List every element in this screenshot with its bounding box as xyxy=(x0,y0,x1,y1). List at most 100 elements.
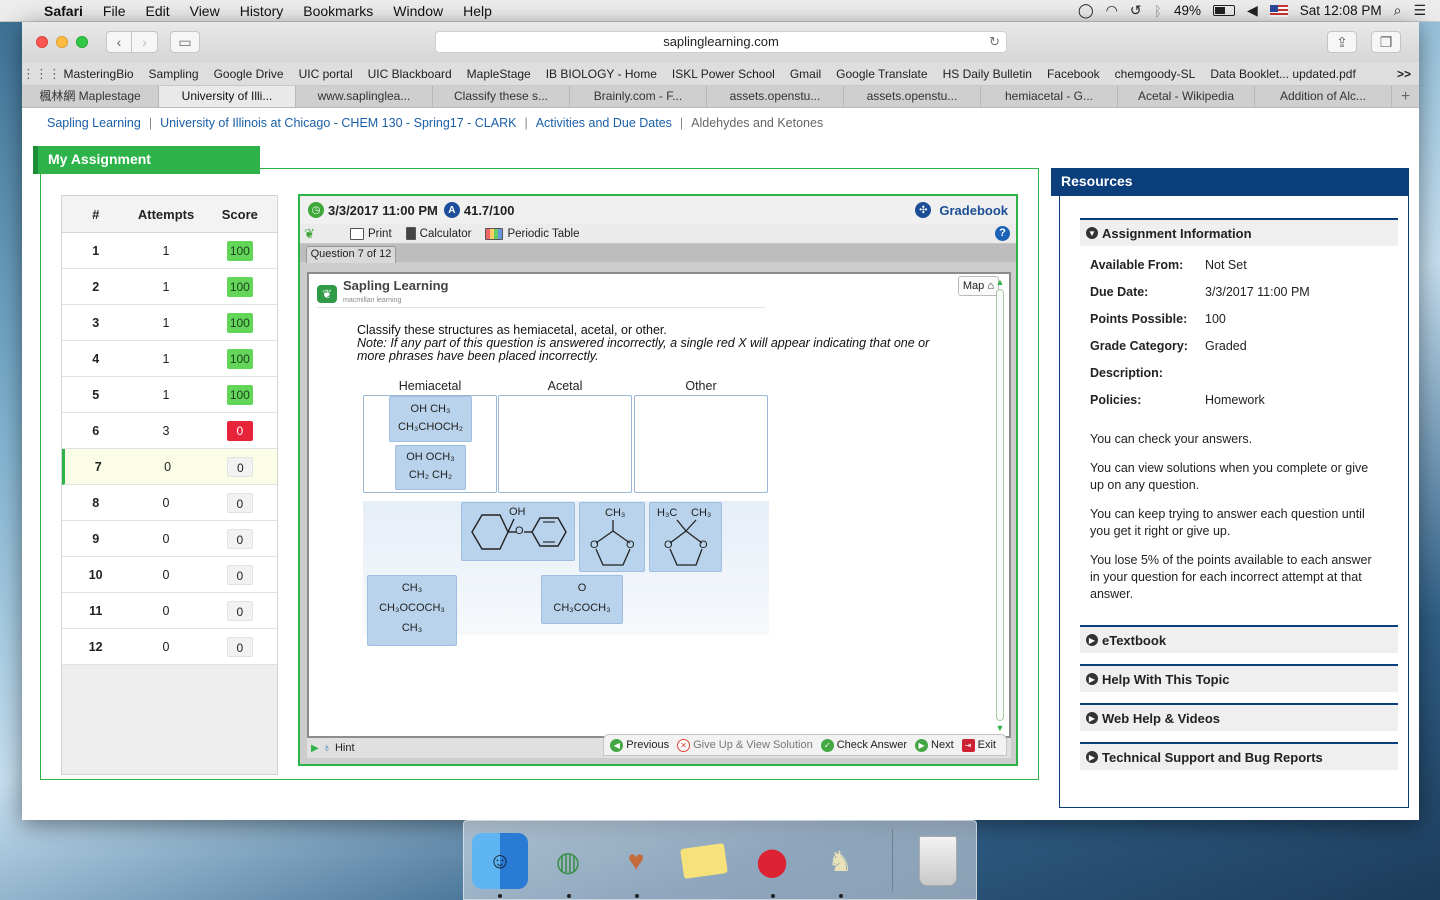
favorites-overflow-button[interactable]: >> xyxy=(1397,67,1419,81)
scroll-track[interactable] xyxy=(996,289,1004,721)
score-row-4[interactable]: 4 1 100 xyxy=(62,341,277,377)
browser-tab[interactable]: assets.openstu... xyxy=(844,86,981,107)
favorite-link[interactable]: Google Translate xyxy=(829,67,935,81)
input-source-flag-icon[interactable] xyxy=(1269,4,1288,17)
breadcrumb-link-sapling[interactable]: Sapling Learning xyxy=(47,116,141,130)
favorite-link[interactable]: Facebook xyxy=(1039,67,1107,81)
back-button[interactable]: ‹ xyxy=(106,31,132,53)
favorite-link[interactable]: Google Drive xyxy=(206,67,291,81)
gradebook-link[interactable]: ✣ Gradebook xyxy=(915,202,1008,218)
minimize-window-button[interactable] xyxy=(56,36,68,48)
favorite-link[interactable]: chemgoody-SL xyxy=(1107,67,1203,81)
volume-icon[interactable]: ◀ xyxy=(1247,2,1258,19)
forward-button[interactable]: › xyxy=(132,31,158,53)
calculator-button[interactable]: Calculator xyxy=(405,227,471,240)
scroll-down-icon[interactable]: ▼ xyxy=(994,723,1006,733)
browser-tab[interactable]: 楓林網 Maplestage xyxy=(22,86,159,107)
exit-button[interactable]: ⇥ Exit xyxy=(961,738,996,752)
map-button[interactable]: Map ⌂ xyxy=(957,276,999,296)
favorite-link[interactable]: MasteringBio xyxy=(56,67,141,81)
score-row-10[interactable]: 10 0 0 xyxy=(62,557,277,593)
score-row-6[interactable]: 6 3 0 xyxy=(62,413,277,449)
periodic-table-button[interactable]: Periodic Table xyxy=(485,227,579,240)
favorite-link[interactable]: Data Booklet... updated.pdf xyxy=(1203,67,1363,81)
previous-button[interactable]: ◀ Previous xyxy=(610,738,669,752)
finder-icon[interactable]: ☺ xyxy=(472,833,528,889)
sticky-note-app-icon[interactable] xyxy=(676,833,732,889)
sidebar-toggle-icon[interactable]: ▭ xyxy=(170,31,200,53)
check-answer-button[interactable]: ✓ Check Answer xyxy=(820,738,907,752)
top-sites-grid-icon[interactable]: ⋮⋮⋮ xyxy=(22,66,61,82)
show-tabs-icon[interactable]: ❐ xyxy=(1371,31,1401,53)
zoom-window-button[interactable] xyxy=(76,36,88,48)
flower-pot-app-icon[interactable]: ♥ xyxy=(608,833,664,889)
next-button[interactable]: ▶ Next xyxy=(915,738,954,752)
section-tech-support[interactable]: ▶ Technical Support and Bug Reports xyxy=(1080,742,1398,770)
menu-file[interactable]: File xyxy=(93,3,136,19)
assignment-info-header[interactable]: ▼ Assignment Information xyxy=(1080,218,1398,246)
menu-help[interactable]: Help xyxy=(453,3,502,19)
favorite-link[interactable]: UIC Blackboard xyxy=(360,67,459,81)
browser-tab[interactable]: Acetal - Wikipedia xyxy=(1118,86,1255,107)
menu-edit[interactable]: Edit xyxy=(135,3,179,19)
structure-tile-dimethyl-dioxolane[interactable]: H₃C CH₃ O O xyxy=(649,502,722,572)
globe-app-icon[interactable]: ◍ xyxy=(540,833,596,889)
give-up-button[interactable]: ✕ Give Up & View Solution xyxy=(677,738,813,752)
menu-app-name[interactable]: Safari xyxy=(34,3,93,19)
score-row-3[interactable]: 3 1 100 xyxy=(62,305,277,341)
favorite-link[interactable]: ISKL Power School xyxy=(664,67,782,81)
score-row-11[interactable]: 11 0 0 xyxy=(62,593,277,629)
menu-history[interactable]: History xyxy=(230,3,294,19)
browser-tab[interactable]: hemiacetal - G... xyxy=(981,86,1118,107)
score-row-1[interactable]: 1 1 100 xyxy=(62,233,277,269)
score-row-8[interactable]: 8 0 0 xyxy=(62,485,277,521)
structure-tile-hemiacetal-2[interactable]: OH OCH₃ CH₂ CH₂ xyxy=(395,445,466,490)
favorite-link[interactable]: Gmail xyxy=(782,67,828,81)
section-etextbook[interactable]: ▶ eTextbook xyxy=(1080,625,1398,653)
section-web-help[interactable]: ▶ Web Help & Videos xyxy=(1080,703,1398,731)
help-question-icon[interactable]: ? xyxy=(995,226,1010,241)
browser-tab-active[interactable]: University of Illi... xyxy=(159,86,296,107)
menu-bookmarks[interactable]: Bookmarks xyxy=(293,3,383,19)
score-row-5[interactable]: 5 1 100 xyxy=(62,377,277,413)
battery-icon[interactable] xyxy=(1213,5,1235,16)
menu-window[interactable]: Window xyxy=(383,3,453,19)
favorite-link[interactable]: Sampling xyxy=(141,67,206,81)
browser-tab[interactable]: Brainly.com - F... xyxy=(570,86,707,107)
breadcrumb-link-activities[interactable]: Activities and Due Dates xyxy=(536,116,672,130)
structure-tile-tert-butyl-methyl-ether[interactable]: CH₃ CH₃OCOCH₃ CH₃ xyxy=(367,575,457,646)
browser-tab[interactable]: assets.openstu... xyxy=(707,86,844,107)
structure-tile-hemiacetal-1[interactable]: OH CH₃ CH₃CHOCH₂ xyxy=(389,396,472,442)
browser-tab[interactable]: Classify these s... xyxy=(433,86,570,107)
drop-bin-acetal[interactable] xyxy=(498,395,632,493)
print-button[interactable]: Print xyxy=(350,227,392,240)
hint-button[interactable]: ▶ ♁ Hint xyxy=(307,742,355,754)
wifi-icon[interactable]: ◠ xyxy=(1106,2,1118,19)
favorite-link[interactable]: MapleStage xyxy=(459,67,538,81)
chat-bubble-icon[interactable]: ◯ xyxy=(1078,2,1094,19)
rabbit-app-icon[interactable]: ♞ xyxy=(812,833,868,889)
scroll-up-icon[interactable]: ▲ xyxy=(994,277,1006,287)
close-window-button[interactable] xyxy=(36,36,48,48)
menu-view[interactable]: View xyxy=(180,3,230,19)
mushroom-app-icon[interactable]: ⬤ xyxy=(744,833,800,889)
notification-center-icon[interactable]: ☰ xyxy=(1413,2,1426,19)
menu-clock[interactable]: Sat 12:08 PM xyxy=(1300,3,1382,18)
favorite-link[interactable]: UIC portal xyxy=(291,67,360,81)
time-machine-icon[interactable]: ↺ xyxy=(1130,2,1142,19)
trash-icon[interactable] xyxy=(910,833,966,889)
address-bar[interactable]: saplinglearning.com ↻ xyxy=(435,31,1007,53)
drop-bin-hemiacetal[interactable]: OH CH₃ CH₃CHOCH₂ OH OCH₃ CH₂ CH₂ xyxy=(363,395,497,493)
spotlight-search-icon[interactable]: ⌕ xyxy=(1394,2,1402,19)
browser-tab[interactable]: www.saplinglea... xyxy=(296,86,433,107)
breadcrumb-link-course[interactable]: University of Illinois at Chicago - CHEM… xyxy=(160,116,516,130)
question-number-tab[interactable]: Question 7 of 12 xyxy=(306,246,396,263)
score-row-12[interactable]: 12 0 0 xyxy=(62,629,277,665)
reload-icon[interactable]: ↻ xyxy=(989,32,1000,52)
structure-tile-methyl-dioxolane[interactable]: CH₃ O O xyxy=(579,502,645,572)
new-tab-button[interactable]: + xyxy=(1392,86,1419,107)
bluetooth-icon[interactable]: ᛒ xyxy=(1154,3,1162,19)
structure-tile-methyl-acetate[interactable]: O CH₃COCH₃ xyxy=(541,575,623,624)
question-scrollbar[interactable]: ▲ ▼ xyxy=(994,277,1006,733)
drop-bin-other[interactable] xyxy=(634,395,768,493)
